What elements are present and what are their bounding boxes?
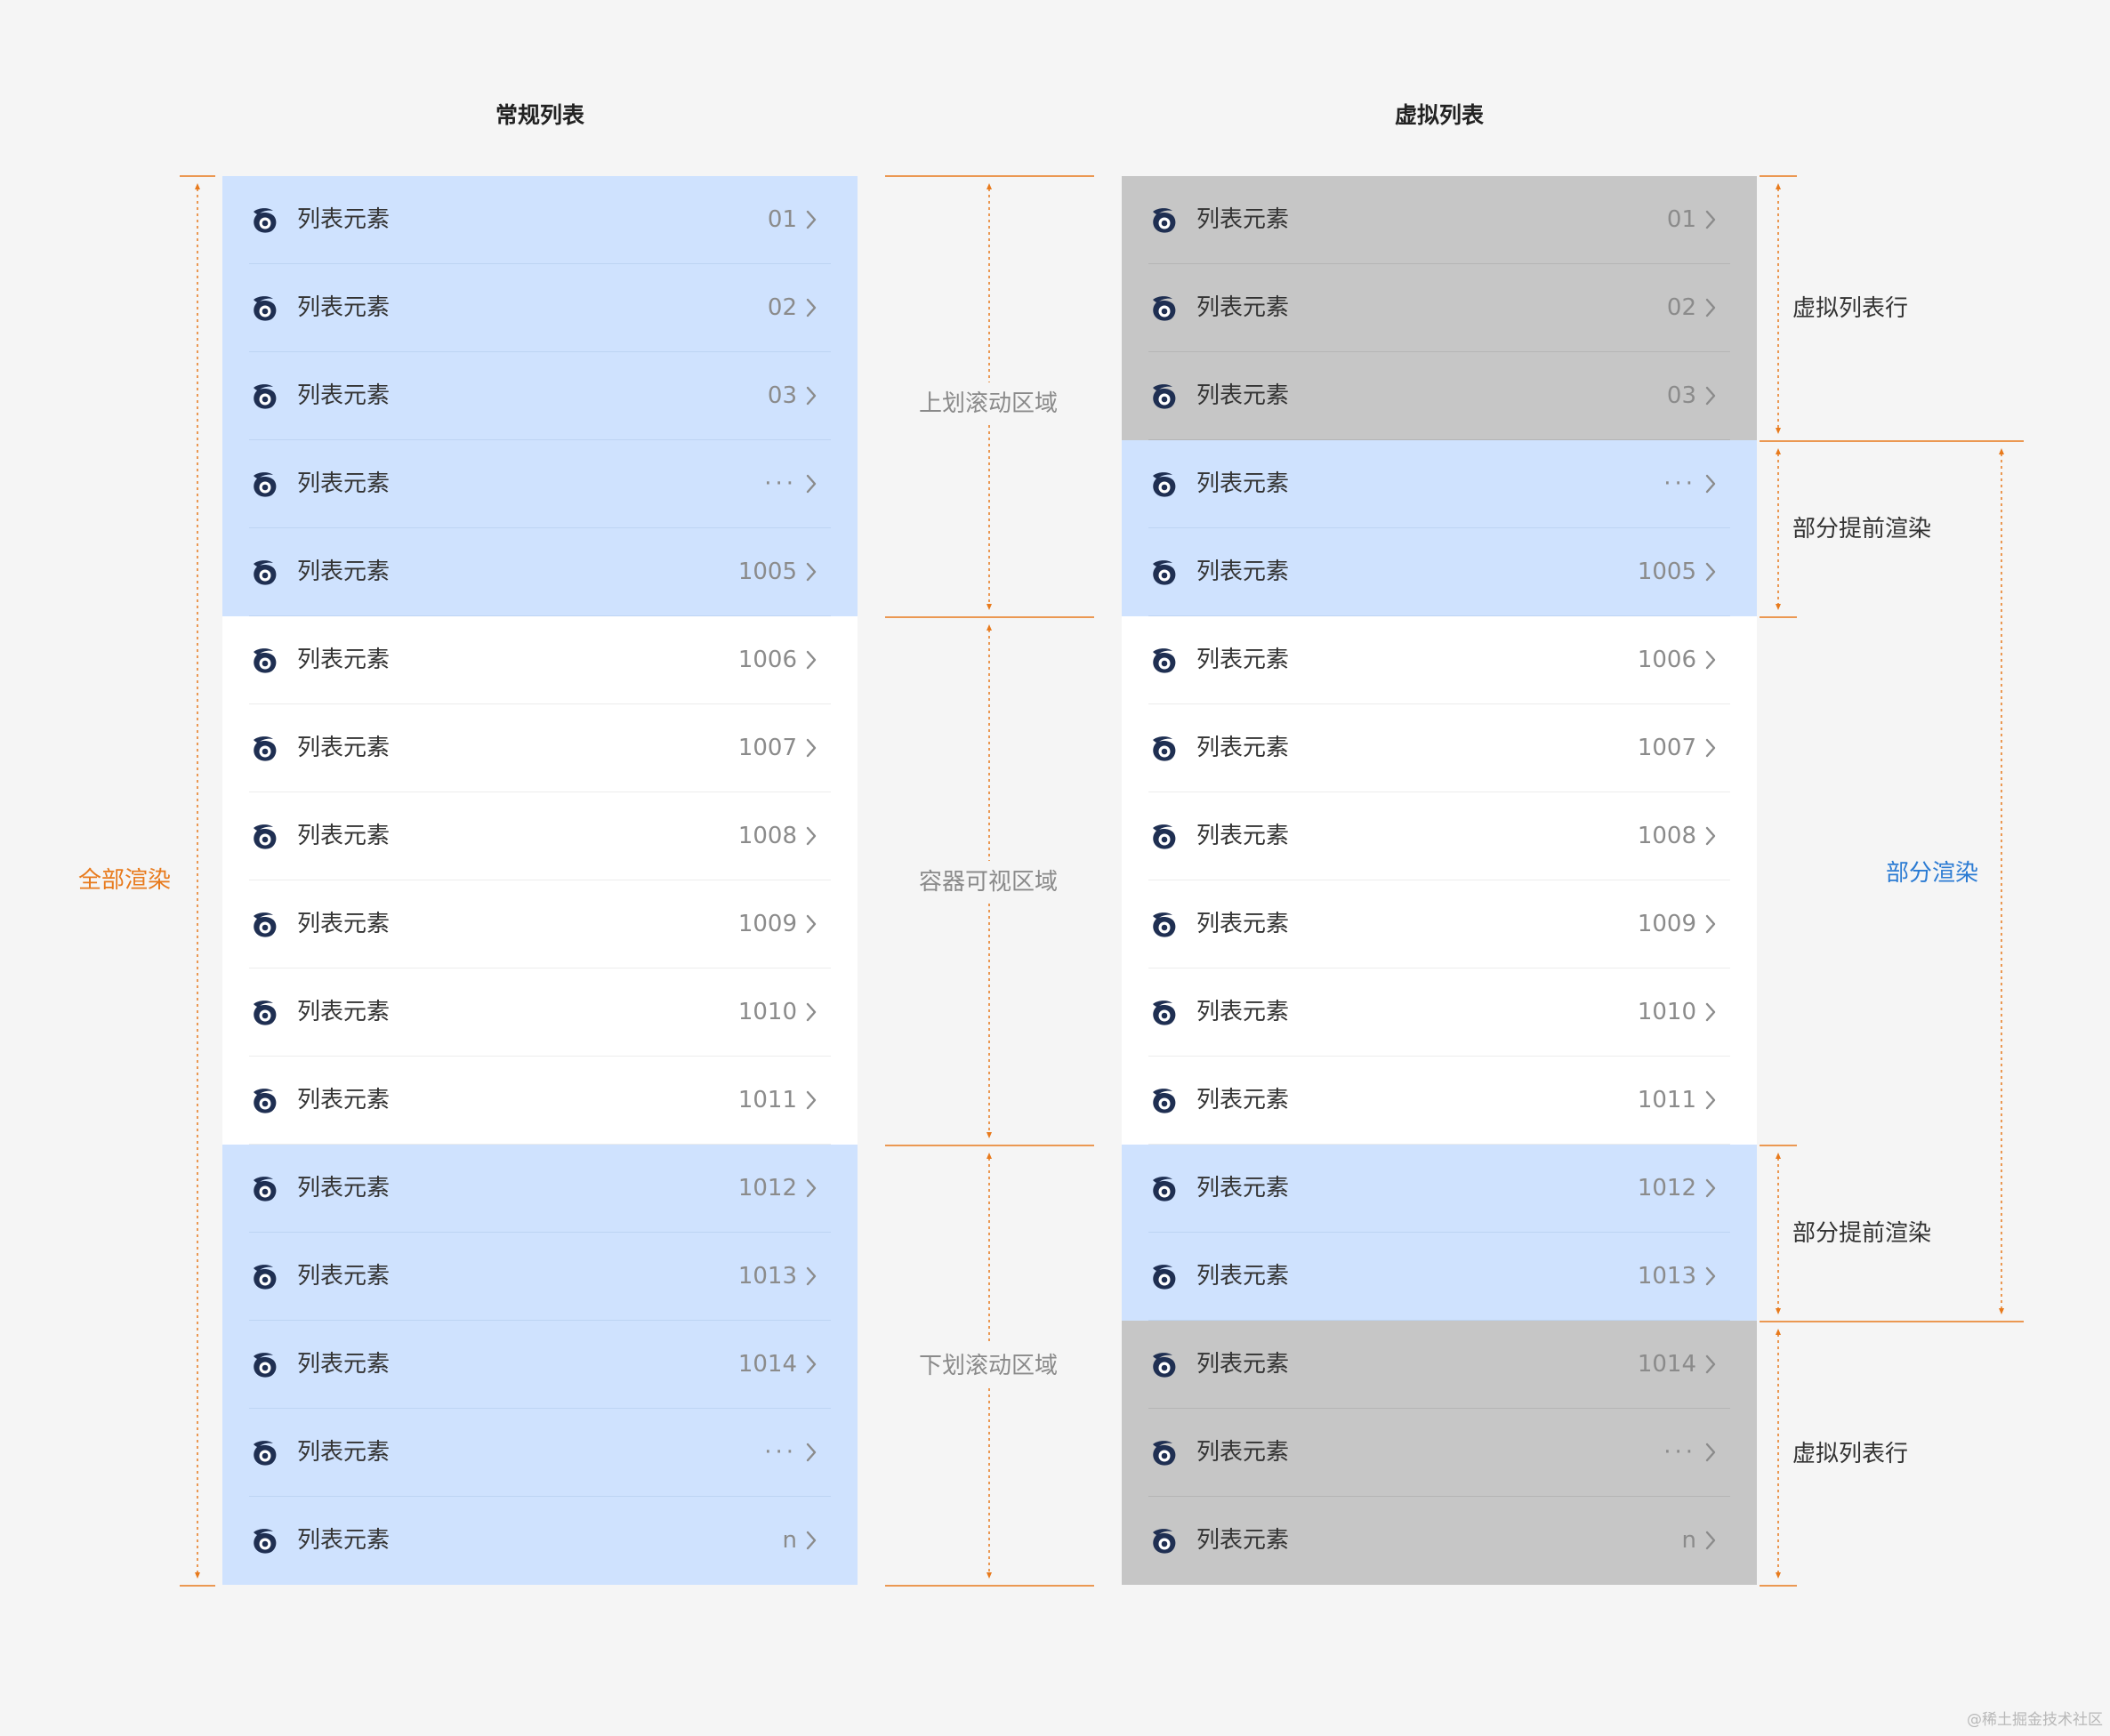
pre-render-top-label: 部分提前渲染	[1792, 516, 1932, 542]
pre-render-bottom-label: 部分提前渲染	[1792, 1220, 1932, 1247]
scroll-up-area-label: 上划滚动区域	[919, 382, 1059, 425]
virtual-row-bottom-label: 虚拟列表行	[1792, 1441, 1909, 1467]
scroll-down-area-label: 下划滚动区域	[919, 1345, 1059, 1387]
watermark: @稀土掘金技术社区	[1967, 1711, 2103, 1729]
virtual-row-top-label: 虚拟列表行	[1792, 295, 1909, 322]
all-render-label: 全部渲染	[78, 864, 172, 896]
container-viewport-label: 容器可视区域	[919, 861, 1059, 904]
partial-render-label: 部分渲染	[1886, 857, 1979, 889]
